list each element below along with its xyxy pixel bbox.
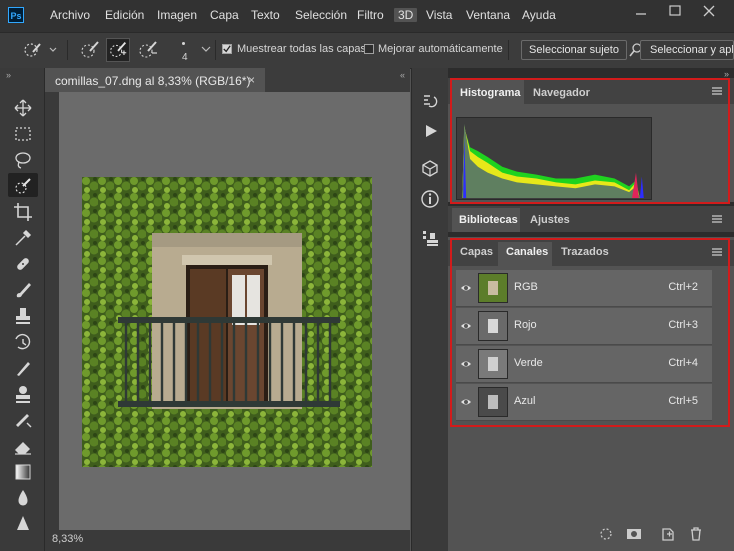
save-selection-as-channel-icon[interactable]: [626, 526, 642, 542]
menu-vista[interactable]: Vista: [426, 8, 452, 22]
menu-edicion[interactable]: Edición: [105, 8, 144, 22]
close-icon[interactable]: [700, 4, 718, 18]
quick-selection-tool-icon[interactable]: [12, 175, 34, 197]
history-brush-tool-icon[interactable]: [12, 331, 34, 353]
status-bar: [45, 530, 410, 551]
document-tab-close-icon[interactable]: ×: [248, 73, 255, 87]
move-tool-icon[interactable]: [12, 97, 34, 119]
new-channel-icon[interactable]: [660, 526, 676, 542]
zoom-level[interactable]: 8,33%: [52, 533, 83, 545]
divider: [508, 40, 509, 60]
collapsed-panels-column: [411, 68, 449, 551]
menu-ayuda[interactable]: Ayuda: [522, 8, 556, 22]
history-panel-icon[interactable]: [420, 92, 440, 112]
new-selection-brush-icon[interactable]: [78, 38, 102, 62]
brush-alt-tool-icon[interactable]: [12, 357, 34, 379]
maximize-icon[interactable]: [666, 4, 684, 18]
menu-3d[interactable]: 3D: [394, 8, 418, 22]
art-history-brush-tool-icon[interactable]: [12, 409, 34, 431]
tab-libraries[interactable]: Bibliotecas: [459, 214, 518, 226]
divider: [67, 40, 68, 60]
collapse-panels-icon[interactable]: «: [400, 70, 405, 80]
vertical-ruler: [45, 92, 59, 530]
add-to-selection-brush-icon[interactable]: [106, 38, 130, 62]
clone-source-panel-icon[interactable]: [420, 228, 440, 248]
eraser-tool-icon[interactable]: [12, 435, 34, 457]
collapse-toolbar-icon[interactable]: »: [6, 70, 11, 80]
chevron-down-icon[interactable]: [200, 44, 212, 54]
load-channel-as-selection-icon[interactable]: [598, 526, 614, 542]
3d-panel-icon[interactable]: [420, 158, 440, 178]
crop-tool-icon[interactable]: [12, 201, 34, 223]
gradient-tool-icon[interactable]: [12, 461, 34, 483]
brush-tool-icon[interactable]: [12, 279, 34, 301]
actions-play-icon[interactable]: [422, 122, 440, 140]
divider: [215, 40, 216, 60]
menu-seleccion[interactable]: Selección: [295, 8, 347, 22]
pen-tool-icon[interactable]: [12, 513, 34, 535]
channels-highlight-frame: [450, 238, 730, 427]
marquee-tool-icon[interactable]: [12, 123, 34, 145]
menu-filtro[interactable]: Filtro: [357, 8, 384, 22]
info-panel-icon[interactable]: [420, 189, 440, 209]
photoshop-logo: Ps: [8, 7, 24, 23]
sample-all-layers-checkbox[interactable]: [222, 44, 232, 54]
lasso-tool-icon[interactable]: [12, 149, 34, 171]
blur-tool-icon[interactable]: [12, 487, 34, 509]
photo-balcony-ivy[interactable]: [82, 177, 372, 467]
sample-all-layers-label: Muestrear todas las capas: [237, 43, 367, 55]
brush-dot-icon: [180, 40, 188, 48]
menu-imagen[interactable]: Imagen: [157, 8, 197, 22]
brush-size[interactable]: 4: [182, 52, 188, 63]
clone-stamp-tool-icon[interactable]: [12, 305, 34, 327]
document-tab-title: comillas_07.dng al 8,33% (RGB/16*): [55, 74, 251, 88]
trash-icon[interactable]: [688, 526, 704, 542]
eyedropper-tool-icon[interactable]: [12, 227, 34, 249]
healing-brush-tool-icon[interactable]: [12, 253, 34, 275]
menu-archivo[interactable]: Archivo: [50, 8, 90, 22]
select-and-mask-button[interactable]: Seleccionar y apli: [640, 40, 734, 60]
stamp-tool-icon[interactable]: [12, 383, 34, 405]
menu-texto[interactable]: Texto: [251, 8, 280, 22]
auto-enhance-label: Mejorar automáticamente: [378, 43, 503, 55]
minimize-icon[interactable]: [632, 4, 650, 18]
select-subject-button[interactable]: Seleccionar sujeto: [521, 40, 627, 60]
tab-adjustments[interactable]: Ajustes: [530, 214, 570, 226]
auto-enhance-checkbox[interactable]: [364, 44, 374, 54]
subtract-from-selection-brush-icon[interactable]: [136, 38, 160, 62]
menu-ventana[interactable]: Ventana: [466, 8, 510, 22]
histogram-highlight-frame: [450, 78, 730, 204]
menu-capa[interactable]: Capa: [210, 8, 239, 22]
quick-selection-preset-icon[interactable]: [22, 40, 58, 60]
panel-menu-icon[interactable]: [710, 214, 724, 224]
